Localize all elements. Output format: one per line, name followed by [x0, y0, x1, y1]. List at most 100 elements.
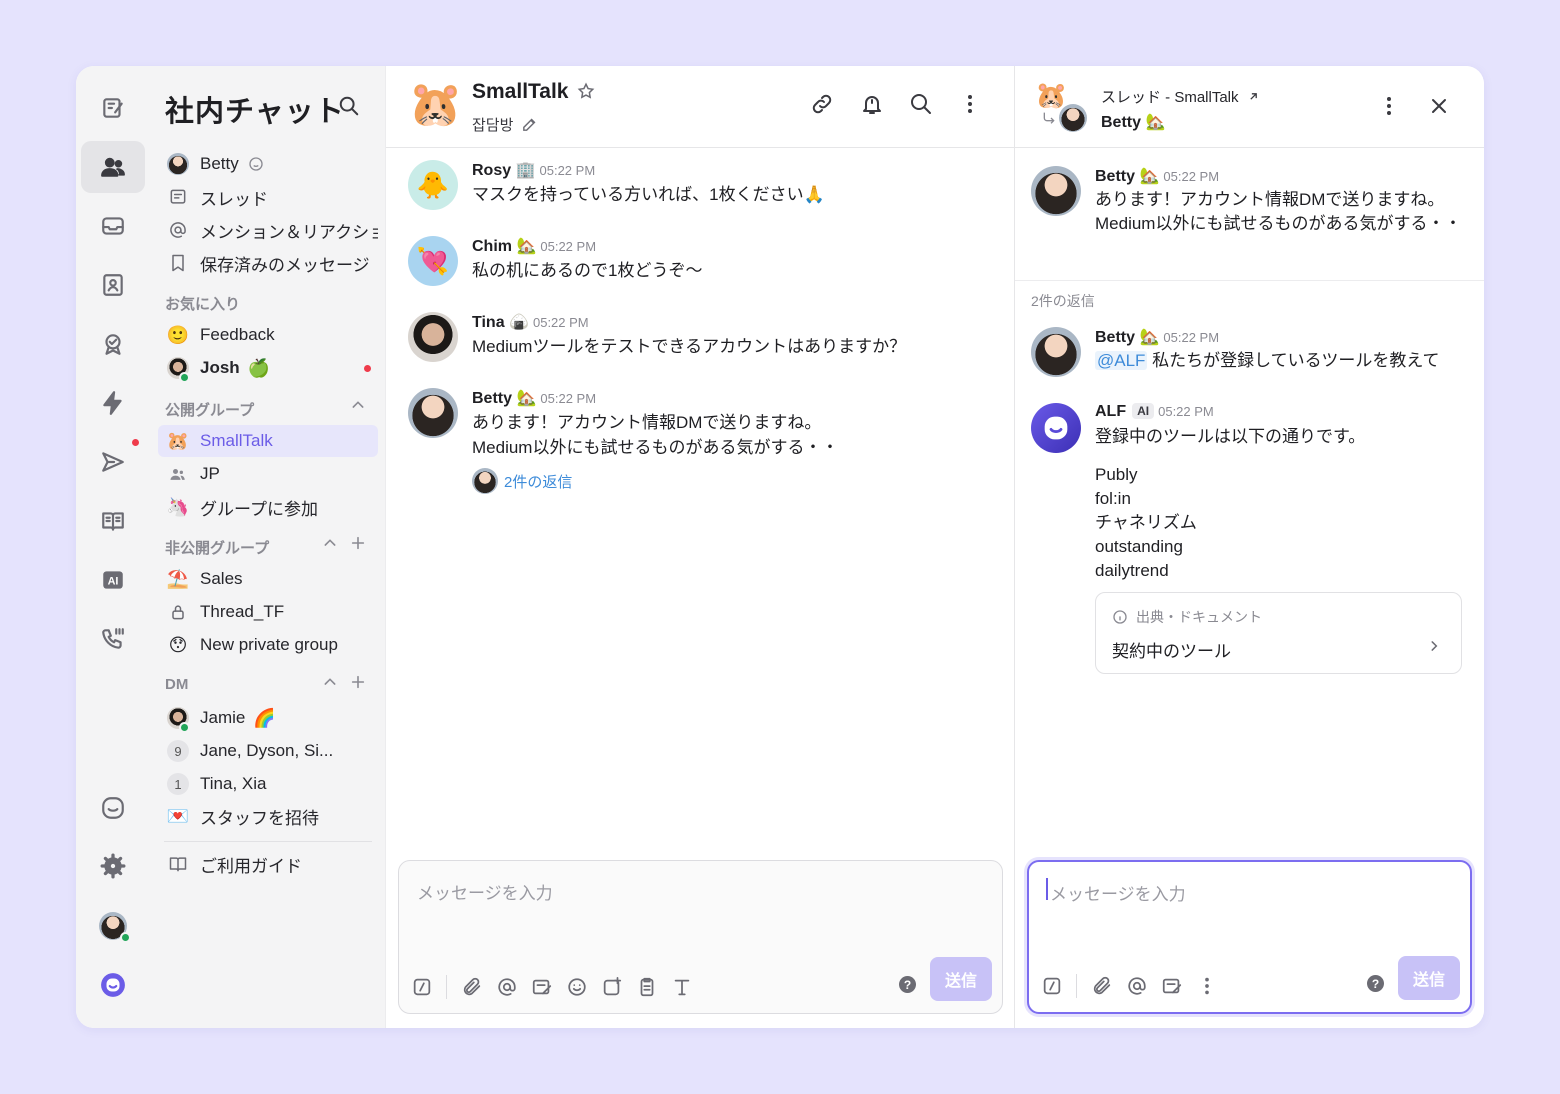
message-line: Medium以外にも試せるものがある気がする・・: [472, 438, 839, 457]
send-button[interactable]: 送信: [1398, 956, 1460, 1000]
compose-icon[interactable]: [81, 82, 145, 134]
thread-title[interactable]: スレッド - SmallTalk: [1101, 86, 1260, 107]
sticky-note-icon[interactable]: [1161, 975, 1183, 997]
sidebar-item-profile[interactable]: Betty: [158, 148, 378, 180]
channel-name: SmallTalk: [472, 80, 569, 103]
thread-composer[interactable]: メッセージを入力 ? 送信: [1027, 860, 1472, 1014]
sidebar-item-label: スタッフを招待: [200, 808, 319, 828]
message-composer[interactable]: メッセージを入力 ? 送信: [398, 860, 1003, 1014]
search-icon[interactable]: [909, 92, 933, 116]
sidebar-item-sales[interactable]: ⛱️ Sales: [158, 563, 378, 595]
settings-gear-icon[interactable]: [81, 840, 145, 892]
author-name: Rosy: [472, 162, 512, 179]
mention-icon[interactable]: [1126, 975, 1148, 997]
brand-logo-icon[interactable]: [81, 959, 145, 1011]
message-author[interactable]: Tina 🍙 05:22 PM: [472, 312, 589, 332]
sidebar-item-threads[interactable]: スレッド: [158, 181, 378, 213]
sidebar-item-new-private-group[interactable]: 😯 New private group: [158, 629, 378, 661]
rosy-avatar[interactable]: 🐥: [408, 160, 458, 210]
help-icon[interactable]: ?: [1367, 975, 1384, 992]
source-document-card[interactable]: 出典・ドキュメント 契約中のツール: [1095, 592, 1462, 674]
add-dm-icon[interactable]: [350, 674, 366, 695]
more-vertical-icon[interactable]: [1196, 975, 1218, 997]
sidebar-item-group-dm[interactable]: 9 Jane, Dyson, Si...: [158, 735, 378, 767]
sidebar-item-feedback[interactable]: 🙂 Feedback: [158, 319, 378, 351]
chim-avatar[interactable]: 💘: [408, 236, 458, 286]
mention-tag[interactable]: @ALF: [1095, 351, 1148, 370]
chevron-up-icon[interactable]: [322, 674, 338, 695]
link-icon[interactable]: [810, 92, 834, 116]
close-icon[interactable]: [1427, 94, 1451, 118]
message-author[interactable]: Betty 🏡 05:22 PM: [1095, 166, 1219, 186]
external-link-icon[interactable]: [1247, 90, 1260, 103]
send-button[interactable]: 送信: [930, 957, 992, 1001]
more-vertical-icon[interactable]: [1377, 94, 1401, 118]
channel-emoji-icon: 🐹: [1035, 80, 1068, 110]
sidebar-item-mentions[interactable]: メンション＆リアクション: [158, 214, 378, 246]
chat-bubble-icon[interactable]: [81, 782, 145, 834]
favorites-header[interactable]: お気に入り: [165, 293, 240, 314]
bell-icon[interactable]: [860, 92, 884, 116]
message-author[interactable]: Betty 🏡 05:22 PM: [1095, 327, 1219, 347]
message-body: 私たちが登録しているツールを教えて: [1152, 351, 1440, 370]
ai-badge: AI: [1132, 403, 1155, 419]
thread-user-avatar: [1059, 104, 1087, 132]
more-vertical-icon[interactable]: [958, 92, 982, 116]
sidebar-item-jp[interactable]: JP: [158, 458, 378, 490]
lightning-icon[interactable]: [81, 377, 145, 429]
sidebar-item-guide[interactable]: ご利用ガイド: [158, 848, 378, 880]
mention-icon[interactable]: [496, 976, 518, 998]
message-author[interactable]: Rosy 🏢 05:22 PM: [472, 160, 595, 180]
slash-command-icon[interactable]: [411, 976, 433, 998]
edit-icon[interactable]: [521, 116, 538, 133]
text-format-icon[interactable]: [671, 976, 693, 998]
emoji-icon[interactable]: [566, 976, 588, 998]
tool-list-item: fol:in: [1095, 489, 1131, 508]
chevron-up-icon[interactable]: [322, 535, 338, 556]
badge-icon[interactable]: [81, 318, 145, 370]
phone-icon[interactable]: [81, 613, 145, 665]
private-groups-header[interactable]: 非公開グループ: [165, 537, 269, 558]
sticky-note-icon[interactable]: [531, 976, 553, 998]
contacts-icon[interactable]: [81, 259, 145, 311]
message-author[interactable]: ALF AI 05:22 PM: [1095, 403, 1214, 421]
sidebar-item-thread-tf[interactable]: Thread_TF: [158, 596, 378, 628]
office-emoji-icon: 🏢: [515, 162, 536, 179]
love-letter-emoji-icon: 💌: [166, 806, 190, 826]
betty-avatar[interactable]: [1031, 166, 1081, 216]
sidebar-item-join-group[interactable]: 🦄 グループに参加: [158, 491, 378, 523]
help-icon[interactable]: ?: [899, 976, 916, 993]
slash-command-icon[interactable]: [1041, 975, 1063, 997]
dm-header[interactable]: DM: [165, 676, 188, 693]
tina-avatar[interactable]: [408, 312, 458, 362]
search-icon[interactable]: [338, 95, 360, 122]
betty-avatar[interactable]: [1031, 327, 1081, 377]
status-emoji-icon[interactable]: [247, 155, 265, 173]
betty-avatar[interactable]: [408, 388, 458, 438]
message-author[interactable]: Betty 🏡 05:22 PM: [472, 388, 596, 408]
thread-replies-link[interactable]: 2件の返信: [472, 468, 572, 494]
sidebar-item-invite-staff[interactable]: 💌 スタッフを招待: [158, 800, 378, 832]
sidebar-item-tina-xia[interactable]: 1 Tina, Xia: [158, 768, 378, 800]
inbox-icon[interactable]: [81, 200, 145, 252]
sidebar-item-saved[interactable]: 保存済みのメッセージ: [158, 247, 378, 279]
star-icon[interactable]: [577, 82, 595, 100]
attachment-icon[interactable]: [1091, 975, 1113, 997]
ai-icon[interactable]: AI: [81, 554, 145, 606]
divider: [164, 841, 372, 842]
people-icon[interactable]: [81, 141, 145, 193]
public-groups-header[interactable]: 公開グループ: [165, 399, 254, 420]
sidebar-item-josh[interactable]: Josh 🍏: [158, 352, 378, 384]
add-reaction-icon[interactable]: [601, 976, 623, 998]
sidebar-item-label: Feedback: [200, 325, 275, 344]
message-author[interactable]: Chim 🏡 05:22 PM: [472, 236, 596, 256]
sidebar-item-smalltalk[interactable]: 🐹 SmallTalk: [158, 425, 378, 457]
clipboard-icon[interactable]: [636, 976, 658, 998]
book-icon[interactable]: [81, 495, 145, 547]
sidebar-item-jamie[interactable]: Jamie 🌈: [158, 702, 378, 734]
chevron-up-icon[interactable]: [350, 397, 366, 418]
add-private-group-icon[interactable]: [350, 535, 366, 556]
alf-avatar[interactable]: [1031, 403, 1081, 453]
book-icon: [169, 857, 187, 872]
attachment-icon[interactable]: [461, 976, 483, 998]
